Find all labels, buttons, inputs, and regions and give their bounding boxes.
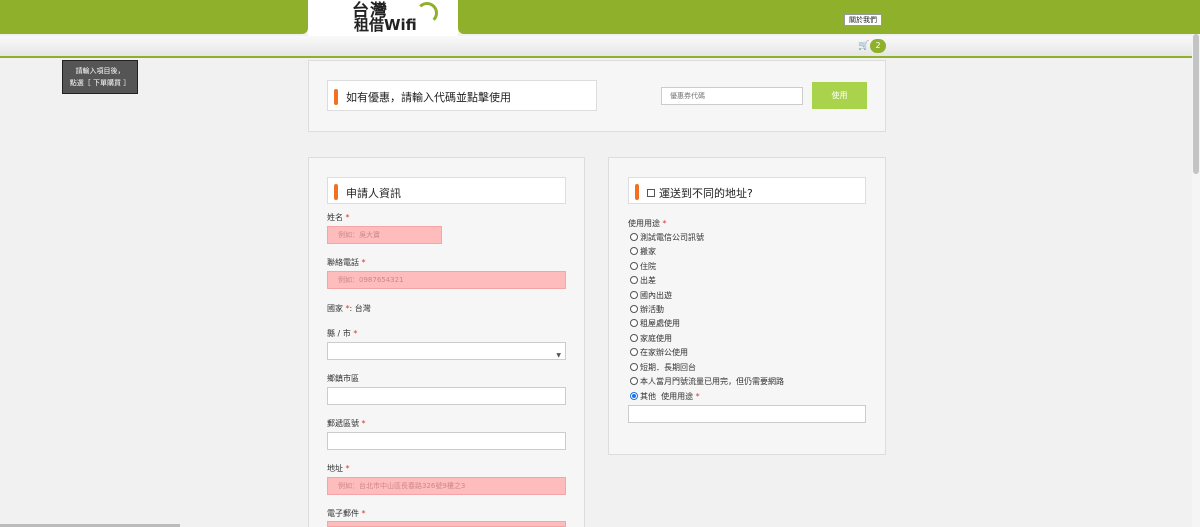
cart-icon[interactable]: 🛒 bbox=[858, 41, 869, 51]
district-label: 鄉鎮市區 bbox=[327, 374, 359, 383]
purpose-label: 使用用途 * bbox=[628, 219, 667, 228]
purpose-option[interactable]: 家庭使用 bbox=[630, 333, 672, 345]
radio-button[interactable] bbox=[630, 334, 638, 342]
radio-button[interactable] bbox=[630, 291, 638, 299]
name-input[interactable]: 例如：吳大寶 bbox=[327, 226, 442, 244]
radio-button[interactable] bbox=[630, 319, 638, 327]
coupon-heading: 如有優惠，請輸入代碼並點擊使用 bbox=[327, 80, 597, 111]
radio-button[interactable] bbox=[630, 363, 638, 371]
phone-label: 聯絡電話 * bbox=[327, 258, 366, 267]
coupon-code-input[interactable] bbox=[661, 87, 803, 105]
sub-header-bar: 🛒 2 bbox=[0, 36, 1200, 58]
radio-button-selected[interactable] bbox=[630, 392, 638, 400]
country-label: 國家 *: 台灣 bbox=[327, 304, 371, 313]
city-select[interactable]: ▼ bbox=[327, 342, 566, 360]
about-us-button[interactable]: 關於我們 bbox=[844, 14, 882, 26]
radio-button[interactable] bbox=[630, 233, 638, 241]
heading-accent-bar bbox=[334, 89, 338, 105]
radio-button[interactable] bbox=[630, 377, 638, 385]
district-input[interactable] bbox=[327, 387, 566, 405]
applicant-heading-text: 申請人資訊 bbox=[346, 187, 401, 200]
order-hint-tooltip: 請輸入項目後， 點選［ 下單購買 ］ bbox=[62, 60, 138, 94]
radio-button[interactable] bbox=[630, 348, 638, 356]
purpose-option[interactable]: 本人當月門號流量已用完，但仍需要網路 bbox=[630, 376, 784, 388]
purpose-option[interactable]: 出差 bbox=[630, 275, 656, 287]
tooltip-line1: 請輸入項目後， bbox=[75, 67, 125, 75]
postcode-label: 郵遞區號 * bbox=[327, 419, 366, 428]
address-input[interactable]: 例如：台北市中山區長春路326號9樓之3 bbox=[327, 477, 566, 495]
wifi-icon bbox=[416, 2, 438, 24]
nav-bar-left bbox=[0, 0, 308, 34]
city-label: 縣 / 市 * bbox=[327, 329, 358, 338]
purpose-option[interactable]: 短期．長期回台 bbox=[630, 362, 696, 374]
radio-button[interactable] bbox=[630, 262, 638, 270]
shipping-heading-text: 運送到不同的地址? bbox=[647, 185, 753, 201]
purpose-option[interactable]: 在家辦公使用 bbox=[630, 347, 688, 359]
radio-button[interactable] bbox=[630, 305, 638, 313]
purpose-option[interactable]: 住院 bbox=[630, 261, 656, 273]
vertical-scrollbar[interactable] bbox=[1192, 34, 1200, 527]
ship-different-address-checkbox[interactable] bbox=[647, 189, 655, 197]
other-purpose-label: 使用用途 bbox=[661, 392, 694, 401]
purpose-option[interactable]: 國內出遊 bbox=[630, 290, 672, 302]
email-label: 電子郵件 * bbox=[327, 509, 366, 518]
site-logo[interactable]: 台灣 租借Wifi bbox=[308, 0, 458, 38]
tooltip-line2: 點選［ 下單購買 ］ bbox=[69, 79, 131, 87]
scrollbar-thumb[interactable] bbox=[1193, 34, 1199, 174]
purpose-option-selected[interactable]: 其他 使用用途 * bbox=[630, 391, 700, 403]
name-label: 姓名 * bbox=[327, 213, 350, 222]
purpose-option[interactable]: 租屋處使用 bbox=[630, 318, 680, 330]
chevron-down-icon: ▼ bbox=[556, 352, 561, 359]
heading-accent-bar bbox=[334, 184, 338, 200]
address-label: 地址 * bbox=[327, 464, 350, 473]
applicant-heading: 申請人資訊 bbox=[327, 177, 566, 204]
shipping-heading: 運送到不同的地址? bbox=[628, 177, 866, 204]
coupon-heading-text: 如有優惠，請輸入代碼並點擊使用 bbox=[346, 91, 511, 104]
purpose-option[interactable]: 測試電信公司訊號 bbox=[630, 232, 704, 244]
phone-input[interactable]: 例如：0987654321 bbox=[327, 271, 566, 289]
apply-coupon-button[interactable]: 使用 bbox=[812, 82, 867, 109]
purpose-option[interactable]: 搬家 bbox=[630, 246, 656, 258]
radio-button[interactable] bbox=[630, 276, 638, 284]
logo-line2: 租借Wifi bbox=[354, 16, 417, 34]
heading-accent-bar bbox=[635, 184, 639, 200]
purpose-option[interactable]: 辦活動 bbox=[630, 304, 664, 316]
other-purpose-input[interactable] bbox=[628, 405, 866, 423]
top-nav-bar bbox=[0, 0, 1200, 34]
email-input[interactable] bbox=[327, 521, 566, 527]
country-value: 台灣 bbox=[354, 304, 371, 313]
radio-button[interactable] bbox=[630, 247, 638, 255]
nav-bar-right bbox=[458, 0, 1200, 34]
postcode-input[interactable] bbox=[327, 432, 566, 450]
cart-count-badge[interactable]: 2 bbox=[870, 39, 886, 53]
